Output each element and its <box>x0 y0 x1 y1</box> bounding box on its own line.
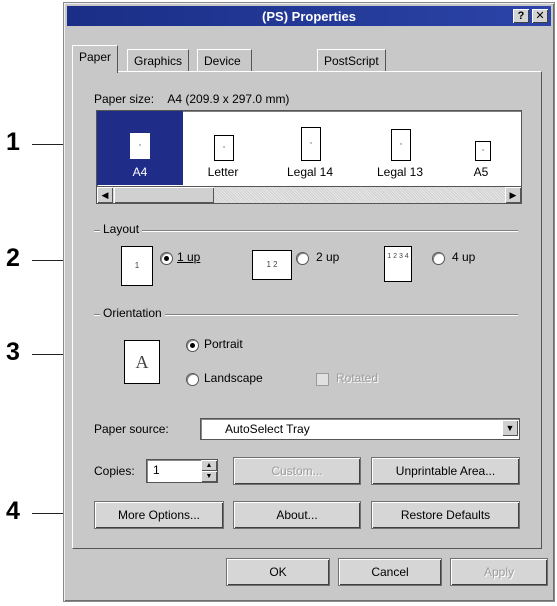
layout-4up-radio[interactable] <box>432 252 445 265</box>
tab-postscript[interactable]: PostScript <box>317 49 386 72</box>
copies-value[interactable]: 1 <box>153 463 160 477</box>
tab-paper[interactable]: Paper <box>72 45 119 73</box>
layout-4up-icon: 1 2 3 4 <box>384 246 412 282</box>
paper-size-value: A4 (209.9 x 297.0 mm) <box>167 92 290 106</box>
paper-size-list[interactable]: ▫ A4 ▫ Letter ▫ Legal 14 ▫ Legal 13 ▫ A5 <box>96 110 522 188</box>
layout-2up-radio[interactable] <box>296 252 309 265</box>
copies-label: Copies: <box>94 464 135 478</box>
paper-source-label: Paper source: <box>94 422 169 436</box>
spin-up-icon[interactable]: ▲ <box>201 460 217 471</box>
spin-down-icon[interactable]: ▼ <box>201 471 217 482</box>
scroll-thumb[interactable] <box>114 187 214 203</box>
paper-item-a5[interactable]: ▫ A5 <box>443 111 519 185</box>
chevron-down-icon[interactable]: ▼ <box>502 420 518 436</box>
layout-1up-icon: 1 <box>121 246 153 286</box>
scroll-left-icon[interactable]: ◀ <box>97 187 113 203</box>
paper-item-letter[interactable]: ▫ Letter <box>183 111 263 185</box>
tab-device-options[interactable]: Device Options <box>197 49 253 90</box>
help-button[interactable]: ? <box>513 9 529 23</box>
callout-1: 1 <box>6 128 20 156</box>
landscape-label[interactable]: Landscape <box>204 371 263 385</box>
paper-list-scrollbar[interactable]: ◀ ▶ <box>96 186 522 204</box>
page-icon: ▫ <box>130 133 150 159</box>
paper-item-legal-13[interactable]: ▫ Legal 13 <box>357 111 443 185</box>
layout-2up-label[interactable]: 2 up <box>316 250 339 264</box>
orientation-preview-icon: A <box>124 340 160 384</box>
about-button[interactable]: About... <box>233 501 361 529</box>
portrait-radio[interactable] <box>186 339 199 352</box>
layout-group-label: Layout <box>100 222 143 236</box>
layout-group-line <box>94 230 518 232</box>
page-icon: ▫ <box>475 141 491 161</box>
tab-graphics[interactable]: Graphics <box>127 49 190 72</box>
paper-name: Legal 14 <box>286 165 334 179</box>
paper-size-label: Paper size: A4 (209.9 x 297.0 mm) <box>94 92 289 106</box>
ok-button[interactable]: OK <box>226 558 330 586</box>
dialog-title: (PS) Properties <box>262 9 356 24</box>
page-icon: ▫ <box>301 127 321 161</box>
paper-name: Letter <box>207 165 239 179</box>
apply-button[interactable]: Apply <box>450 558 548 586</box>
paper-name: A5 <box>473 165 489 179</box>
paper-source-value: AutoSelect Tray <box>225 422 310 436</box>
more-options-button[interactable]: More Options... <box>94 501 224 529</box>
layout-4up-label[interactable]: 4 up <box>452 250 475 264</box>
rotated-checkbox[interactable] <box>316 373 329 386</box>
callout-2: 2 <box>6 244 20 272</box>
paper-item-a4[interactable]: ▫ A4 <box>97 111 183 185</box>
restore-defaults-button[interactable]: Restore Defaults <box>371 501 520 529</box>
portrait-label[interactable]: Portrait <box>204 337 243 351</box>
paper-source-select[interactable]: AutoSelect Tray ▼ <box>200 418 520 440</box>
orientation-group-label: Orientation <box>100 306 165 320</box>
title-bar[interactable]: (PS) Properties ? ✕ <box>67 6 551 26</box>
layout-1up-radio[interactable] <box>160 252 173 265</box>
scroll-right-icon[interactable]: ▶ <box>505 187 521 203</box>
paper-name: Legal 13 <box>376 165 424 179</box>
rotated-label: Rotated <box>336 371 379 385</box>
close-icon[interactable]: ✕ <box>532 9 548 23</box>
callout-4: 4 <box>6 497 20 525</box>
copies-stepper[interactable]: 1 ▲ ▼ <box>146 459 218 483</box>
layout-1up-label[interactable]: 1 up <box>177 250 200 264</box>
unprintable-area-button[interactable]: Unprintable Area... <box>371 457 520 485</box>
paper-item-legal-14[interactable]: ▫ Legal 14 <box>263 111 357 185</box>
callout-3: 3 <box>6 338 20 366</box>
cancel-button[interactable]: Cancel <box>338 558 442 586</box>
paper-size-caption: Paper size: <box>94 92 155 106</box>
custom-button[interactable]: Custom... <box>233 457 361 485</box>
page-icon: ▫ <box>214 135 234 161</box>
paper-name: A4 <box>132 165 148 179</box>
layout-2up-icon: 1 2 <box>252 250 292 280</box>
landscape-radio[interactable] <box>186 373 199 386</box>
page-icon: ▫ <box>391 129 411 161</box>
